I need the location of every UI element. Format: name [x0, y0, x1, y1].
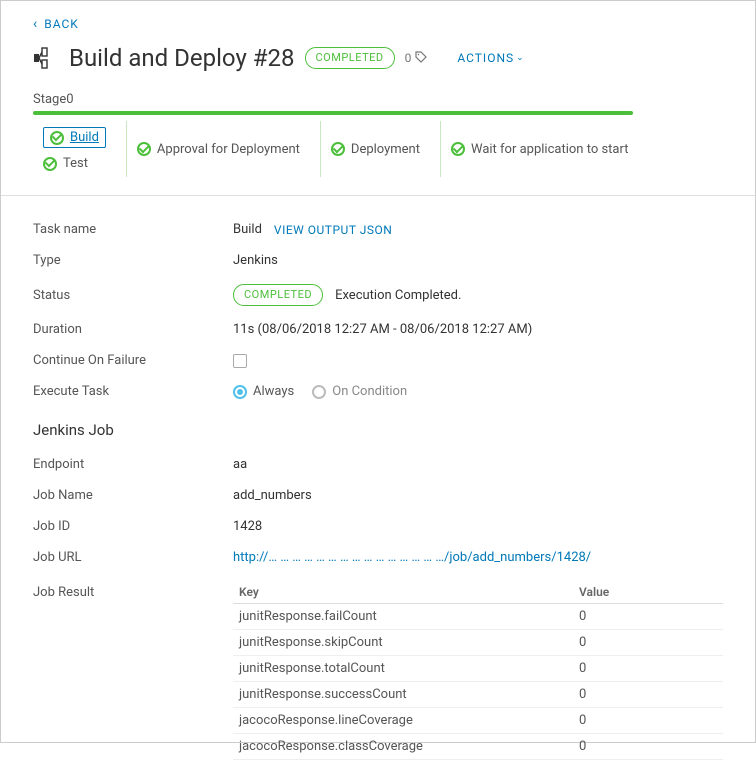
result-value: 0: [579, 739, 717, 754]
label-job-url: Job URL: [33, 550, 233, 565]
chevron-down-icon: ⌄: [516, 53, 525, 63]
table-row: junitResponse.successCount0: [233, 682, 723, 708]
status-badge: COMPLETED: [233, 284, 323, 306]
actions-label: ACTIONS: [457, 51, 514, 65]
tag-count-value: 0: [405, 51, 412, 65]
value-job-name: add_numbers: [233, 488, 312, 503]
divider: [1, 195, 755, 196]
radio-label: Always: [253, 384, 294, 399]
result-head-key: Key: [239, 585, 579, 599]
result-value: 0: [579, 687, 717, 702]
task-wait-app[interactable]: Wait for application to start: [451, 142, 628, 157]
value-task-name: Build: [233, 222, 262, 237]
result-head-value: Value: [579, 585, 717, 599]
task-label: Test: [63, 156, 88, 171]
table-row: junitResponse.skipCount0: [233, 630, 723, 656]
task-test[interactable]: Test: [43, 156, 106, 171]
label-type: Type: [33, 253, 233, 268]
value-status-text: Execution Completed.: [335, 288, 461, 303]
continue-on-failure-checkbox[interactable]: [233, 354, 247, 368]
page-title: Build and Deploy #28: [69, 44, 295, 72]
label-status: Status: [33, 288, 233, 303]
value-duration: 11s (08/06/2018 12:27 AM - 08/06/2018 12…: [233, 322, 532, 337]
back-label: BACK: [44, 17, 79, 31]
label-job-result: Job Result: [33, 581, 233, 600]
task-approval[interactable]: Approval for Deployment: [137, 142, 300, 157]
radio-icon: [233, 385, 247, 399]
task-label: Approval for Deployment: [157, 142, 300, 157]
tag-count[interactable]: 0: [405, 51, 428, 66]
task-deployment[interactable]: Deployment: [331, 142, 420, 157]
table-row: jacocoResponse.classCoverage0: [233, 734, 723, 760]
back-link[interactable]: ‹ BACK: [33, 17, 79, 31]
result-key: junitResponse.failCount: [239, 609, 579, 624]
result-key: jacocoResponse.lineCoverage: [239, 713, 579, 728]
label-job-id: Job ID: [33, 519, 233, 534]
result-value: 0: [579, 713, 717, 728]
check-icon: [137, 142, 151, 156]
result-key: junitResponse.skipCount: [239, 635, 579, 650]
result-value: 0: [579, 609, 717, 624]
label-continue-on-failure: Continue On Failure: [33, 353, 233, 368]
task-build[interactable]: Build: [43, 127, 106, 148]
result-value: 0: [579, 661, 717, 676]
value-job-id: 1428: [233, 519, 262, 534]
stage-label: Stage0: [33, 92, 723, 111]
check-icon: [50, 131, 64, 145]
actions-dropdown[interactable]: ACTIONS ⌄: [457, 51, 524, 65]
result-key: junitResponse.totalCount: [239, 661, 579, 676]
check-icon: [451, 142, 465, 156]
label-task-name: Task name: [33, 222, 233, 237]
jenkins-job-header: Jenkins Job: [33, 421, 723, 439]
view-output-json-link[interactable]: VIEW OUTPUT JSON: [274, 223, 392, 237]
label-execute-task: Execute Task: [33, 384, 233, 399]
task-label: Build: [70, 130, 99, 145]
result-key: jacocoResponse.classCoverage: [239, 739, 579, 754]
table-row: jacocoResponse.lineCoverage0: [233, 708, 723, 734]
job-result-table: Key Value junitResponse.failCount0junitR…: [233, 581, 723, 760]
chevron-left-icon: ‹: [33, 17, 38, 31]
tasks-row: Build Test Approval for Deployment Deplo…: [33, 121, 723, 177]
table-row: junitResponse.totalCount0: [233, 656, 723, 682]
pipeline-icon: [33, 45, 59, 71]
tag-icon: [415, 51, 427, 66]
task-label: Deployment: [351, 142, 420, 157]
label-endpoint: Endpoint: [33, 457, 233, 472]
status-badge: COMPLETED: [305, 47, 395, 69]
execute-task-on-condition-radio[interactable]: On Condition: [312, 384, 407, 399]
job-url-link[interactable]: http://… … … … … … … … … … … … … … …/job…: [233, 550, 591, 565]
stage-progress-bar: [33, 111, 633, 115]
check-icon: [43, 157, 57, 171]
task-label: Wait for application to start: [471, 142, 628, 157]
radio-label: On Condition: [332, 384, 407, 399]
check-icon: [331, 142, 345, 156]
table-row: junitResponse.failCount0: [233, 604, 723, 630]
execute-task-always-radio[interactable]: Always: [233, 384, 294, 399]
label-duration: Duration: [33, 322, 233, 337]
value-type: Jenkins: [233, 253, 278, 268]
label-job-name: Job Name: [33, 488, 233, 503]
result-key: junitResponse.successCount: [239, 687, 579, 702]
value-endpoint: aa: [233, 457, 247, 472]
radio-icon: [312, 385, 326, 399]
result-value: 0: [579, 635, 717, 650]
